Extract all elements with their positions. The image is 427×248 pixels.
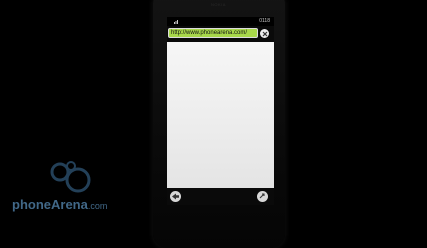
back-arrow-icon: [172, 193, 179, 200]
status-time: 0118: [259, 18, 270, 24]
phone-screen: 0118 http://www.phonearena.com/: [167, 17, 274, 205]
watermark-text: phoneArena.com: [12, 197, 107, 212]
watermark-domain: .com: [87, 201, 108, 211]
close-icon: [262, 31, 267, 36]
url-text: http://www.phonearena.com/: [171, 30, 248, 36]
back-button[interactable]: [170, 191, 181, 202]
options-button[interactable]: [257, 191, 268, 202]
device-brand: NOKIA: [211, 2, 226, 7]
options-icon: [259, 193, 265, 199]
status-bar: 0118: [167, 17, 274, 26]
url-input[interactable]: http://www.phonearena.com/: [168, 28, 258, 38]
page-content: [167, 42, 274, 188]
watermark-name: phoneArena: [12, 197, 88, 212]
watermark-logo-icon: [50, 161, 91, 193]
signal-icon: [174, 20, 178, 24]
close-button[interactable]: [260, 29, 269, 38]
